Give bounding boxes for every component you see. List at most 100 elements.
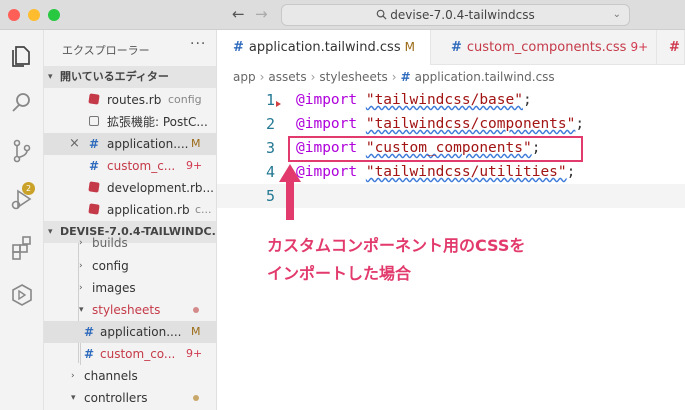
open-editor-item[interactable]: # custom_c... 9+ bbox=[44, 155, 216, 177]
minimize-window-button[interactable] bbox=[28, 9, 40, 21]
forward-arrow-icon[interactable]: → bbox=[255, 5, 268, 23]
folding-marker-icon bbox=[276, 101, 281, 107]
line-number: 5 bbox=[265, 187, 275, 205]
css-file-icon: # bbox=[233, 40, 244, 55]
annotation-text: カスタムコンポーネント用のCSSを インポートした場合 bbox=[267, 232, 587, 288]
open-editor-item[interactable]: application.rb c... bbox=[44, 199, 216, 221]
file-folder: c... bbox=[195, 203, 212, 216]
chevron-right-icon: › bbox=[79, 238, 83, 248]
file-name: 拡張機能: PostC... bbox=[107, 115, 208, 129]
folder-name: channels bbox=[84, 369, 138, 383]
css-file-icon: # bbox=[89, 137, 100, 151]
remote-explorer-icon[interactable] bbox=[7, 280, 37, 310]
extension-page-icon bbox=[89, 111, 99, 133]
chevron-right-icon: › bbox=[79, 283, 83, 293]
ruby-file-icon bbox=[88, 89, 100, 111]
code-keyword: @import bbox=[296, 116, 358, 132]
css-file-icon: # bbox=[84, 347, 95, 361]
code-string: "tailwindcss/utilities" bbox=[365, 164, 567, 180]
breadcrumb-item[interactable]: stylesheets bbox=[319, 70, 387, 84]
tree-file-item[interactable]: # custom_co... 9+ bbox=[44, 343, 216, 365]
activity-bar: 2 bbox=[0, 30, 44, 410]
modified-badge: M bbox=[404, 40, 415, 54]
tab-overflow[interactable]: # bbox=[657, 30, 685, 65]
explorer-sidebar: エクスプローラー ··· ▾ 開いているエディター routes.rb conf… bbox=[44, 30, 217, 410]
code-punct: ; bbox=[575, 116, 585, 132]
folder-name: images bbox=[92, 281, 136, 295]
ruby-file-icon bbox=[88, 177, 100, 199]
tree-folder-item[interactable]: › builds bbox=[44, 233, 216, 253]
command-center-search[interactable]: devise-7.0.4-tailwindcss ⌄ bbox=[281, 4, 630, 26]
code-line: 1 @import "tailwindcss/base"; bbox=[217, 88, 685, 112]
code-line: 2 @import "tailwindcss/components"; bbox=[217, 112, 685, 136]
close-icon[interactable]: × bbox=[69, 133, 80, 155]
file-name: routes.rb bbox=[107, 93, 162, 107]
tab-label: application.tailwind.css bbox=[248, 40, 401, 55]
open-editors-section[interactable]: ▾ 開いているエディター bbox=[44, 66, 216, 88]
section-label: 開いているエディター bbox=[60, 70, 169, 83]
breadcrumb: app › assets › stylesheets › # application.tail… bbox=[233, 70, 555, 84]
line-number: 2 bbox=[265, 115, 275, 133]
code-punct: ; bbox=[566, 164, 576, 180]
file-name: application.... bbox=[107, 137, 189, 151]
source-control-icon[interactable] bbox=[7, 136, 37, 166]
tree-folder-item[interactable]: ▾ controllers bbox=[44, 387, 216, 409]
folder-name: controllers bbox=[84, 391, 148, 405]
highlight-box bbox=[288, 136, 583, 162]
open-editor-item[interactable]: 拡張機能: PostC... bbox=[44, 111, 216, 133]
tab-custom-components-css[interactable]: # custom_components.css 9+ bbox=[431, 30, 657, 65]
zoom-window-button[interactable] bbox=[48, 9, 60, 21]
chevron-down-icon: ▾ bbox=[79, 305, 84, 315]
css-file-icon: # bbox=[451, 40, 462, 55]
search-icon bbox=[376, 9, 387, 20]
tree-folder-item[interactable]: › channels bbox=[44, 365, 216, 387]
chevron-down-icon: ▾ bbox=[71, 393, 76, 403]
code-string: "tailwindcss/base" bbox=[365, 92, 523, 108]
tab-bar: # application.tailwind.css M # custom_compo… bbox=[217, 30, 685, 65]
file-name: custom_c... bbox=[107, 159, 176, 173]
tab-application-tailwind-css[interactable]: # application.tailwind.css M bbox=[217, 30, 431, 65]
open-editor-item[interactable]: routes.rb config bbox=[44, 89, 216, 111]
code-keyword: @import bbox=[296, 164, 358, 180]
breadcrumb-file[interactable]: application.tailwind.css bbox=[415, 70, 555, 84]
open-editor-item[interactable]: development.rb... bbox=[44, 177, 216, 199]
tree-folder-item[interactable]: ▾ stylesheets bbox=[44, 299, 216, 321]
back-arrow-icon[interactable]: ← bbox=[232, 5, 245, 23]
file-name: application.... bbox=[100, 325, 182, 339]
search-icon[interactable] bbox=[7, 88, 37, 118]
modified-badge: M bbox=[191, 325, 201, 338]
css-file-icon: # bbox=[400, 70, 411, 84]
close-window-button[interactable] bbox=[8, 9, 20, 21]
ruby-file-icon bbox=[88, 199, 100, 221]
annotation-line: カスタムコンポーネント用のCSSを bbox=[267, 236, 526, 255]
title-bar: ← → devise-7.0.4-tailwindcss ⌄ bbox=[0, 0, 685, 30]
code-punct: ; bbox=[522, 92, 532, 108]
search-text: devise-7.0.4-tailwindcss bbox=[390, 8, 535, 22]
tree-folder-item[interactable]: › images bbox=[44, 277, 216, 299]
annotation-arrow-icon bbox=[279, 164, 301, 220]
run-debug-icon[interactable] bbox=[7, 184, 37, 214]
code-keyword: @import bbox=[296, 92, 358, 108]
tree-file-item[interactable]: # application.... M bbox=[44, 321, 216, 343]
open-editor-item[interactable]: × # application.... M bbox=[44, 133, 216, 155]
line-number: 1 bbox=[265, 91, 275, 109]
problems-badge: 9+ bbox=[630, 40, 649, 54]
extensions-icon[interactable] bbox=[7, 232, 37, 262]
css-file-icon: # bbox=[669, 40, 680, 55]
css-file-icon: # bbox=[89, 159, 100, 173]
sidebar-title: エクスプローラー bbox=[62, 44, 150, 57]
folder-name: builds bbox=[92, 236, 128, 250]
file-name: custom_co... bbox=[100, 347, 176, 361]
problems-badge: 9+ bbox=[186, 159, 203, 172]
file-name: application.rb bbox=[107, 203, 190, 217]
tree-folder-item[interactable]: › config bbox=[44, 255, 216, 277]
problems-badge: 9+ bbox=[186, 347, 203, 360]
explorer-files-icon[interactable] bbox=[7, 40, 37, 70]
breadcrumb-item[interactable]: app bbox=[233, 70, 256, 84]
file-name: development.rb... bbox=[107, 181, 214, 195]
chevron-down-icon[interactable]: ⌄ bbox=[613, 5, 621, 25]
chevron-right-icon: › bbox=[79, 261, 83, 271]
code-string: "tailwindcss/components" bbox=[365, 116, 576, 132]
more-actions-icon[interactable]: ··· bbox=[190, 36, 206, 52]
breadcrumb-item[interactable]: assets bbox=[268, 70, 306, 84]
